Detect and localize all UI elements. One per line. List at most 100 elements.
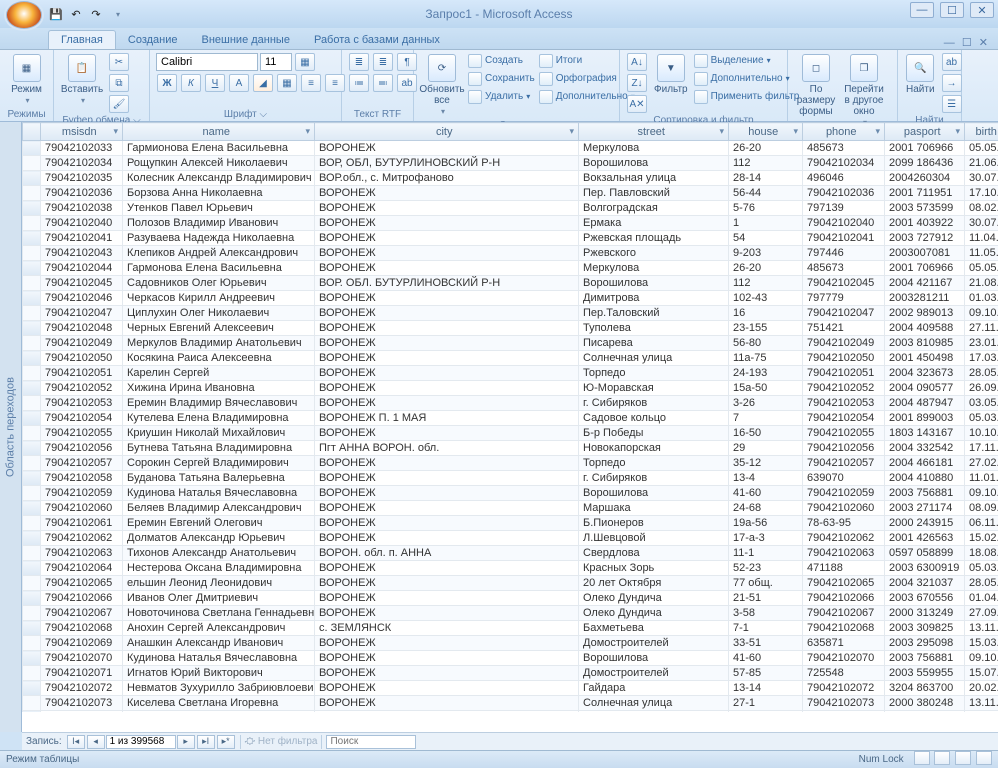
goto-button[interactable]: → — [942, 74, 962, 92]
format-painter-button[interactable]: 🖌 — [109, 95, 129, 113]
cell-house[interactable]: 16 — [729, 306, 803, 321]
cell-street[interactable]: Олеко Дундича — [579, 591, 729, 606]
bold-button[interactable]: Ж — [157, 74, 177, 92]
office-button[interactable] — [6, 1, 42, 29]
align-left-button[interactable]: ≡ — [301, 74, 321, 92]
col-header-msisdn[interactable]: msisdn▾ — [41, 123, 123, 141]
cell-phone[interactable]: 79042102045 — [803, 276, 885, 291]
cell-pasport[interactable]: 2001 711951 — [885, 186, 965, 201]
cell-street[interactable]: Ворошилова — [579, 276, 729, 291]
cell-birth[interactable]: 08.09.8 — [965, 501, 998, 516]
cell-name[interactable]: Меркулов Владимир Анатольевич — [123, 336, 315, 351]
cell-msisdn[interactable]: 79042102055 — [41, 426, 123, 441]
cell-birth[interactable]: 11.05.1 — [965, 246, 998, 261]
cell-pasport[interactable]: 2000 313249 — [885, 606, 965, 621]
font-size-select[interactable] — [260, 53, 292, 71]
cell-phone[interactable]: 79042102047 — [803, 306, 885, 321]
cell-phone[interactable]: 79042102070 — [803, 651, 885, 666]
cell-pasport[interactable]: 2004 421167 — [885, 276, 965, 291]
numbering-button[interactable]: ≕ — [373, 74, 393, 92]
cell-street[interactable]: Меркулова — [579, 261, 729, 276]
cell-house[interactable]: 15а-50 — [729, 381, 803, 396]
cell-birth[interactable]: 09.10.8 — [965, 486, 998, 501]
row-selector[interactable] — [23, 681, 41, 696]
cell-name[interactable]: Игнатов Юрий Викторович — [123, 666, 315, 681]
cell-house[interactable]: 80 — [729, 711, 803, 713]
cell-birth[interactable]: 21.06.7 — [965, 156, 998, 171]
cell-house[interactable]: 21-51 — [729, 591, 803, 606]
cell-name[interactable]: Черных Евгений Алексеевич — [123, 321, 315, 336]
col-header-street[interactable]: street▾ — [579, 123, 729, 141]
cell-birth[interactable]: 09.10.7 — [965, 306, 998, 321]
cell-house[interactable]: 54 — [729, 231, 803, 246]
cell-house[interactable]: 19а-56 — [729, 516, 803, 531]
cell-name[interactable]: Беляев Владимир Александрович — [123, 501, 315, 516]
cell-birth[interactable]: 15.02.8 — [965, 531, 998, 546]
row-selector[interactable] — [23, 351, 41, 366]
row-selector[interactable] — [23, 171, 41, 186]
cell-name[interactable]: Невматов Зухурилло Забриювлоевич — [123, 681, 315, 696]
cell-city[interactable]: ВОРОНЕЖ — [315, 246, 579, 261]
cell-phone[interactable]: 79042102060 — [803, 501, 885, 516]
cell-name[interactable]: Карелин Сергей — [123, 366, 315, 381]
cell-city[interactable]: ВОРОНЕЖ — [315, 516, 579, 531]
cell-city[interactable]: ВОРОНЕЖ — [315, 696, 579, 711]
cell-birth[interactable]: 27.09.7 — [965, 606, 998, 621]
row-selector[interactable] — [23, 216, 41, 231]
cell-house[interactable]: 17-а-3 — [729, 531, 803, 546]
cell-birth[interactable]: 01.04.7 — [965, 591, 998, 606]
cell-city[interactable]: ВОРОНЕЖ — [315, 471, 579, 486]
cell-name[interactable]: Циплухин Олег Николаевич — [123, 306, 315, 321]
row-selector[interactable] — [23, 141, 41, 156]
cell-street[interactable]: Меркулова — [579, 141, 729, 156]
row-selector[interactable] — [23, 186, 41, 201]
cell-house[interactable]: 56-80 — [729, 336, 803, 351]
cell-birth[interactable]: 17.07.7 — [965, 711, 998, 713]
row-selector[interactable] — [23, 501, 41, 516]
cell-city[interactable]: ВОРОНЕЖ — [315, 501, 579, 516]
navigation-pane-collapsed[interactable]: Область переходов — [0, 122, 22, 732]
cell-birth[interactable]: 17.03.6 — [965, 351, 998, 366]
cell-city[interactable]: ВОРОНЕЖ — [315, 381, 579, 396]
cell-phone[interactable]: 79042102059 — [803, 486, 885, 501]
cell-house[interactable]: 16-50 — [729, 426, 803, 441]
table-row[interactable]: 79042102069Анашкин Александр ИвановичВОР… — [23, 636, 998, 651]
cell-phone[interactable]: 725548 — [803, 666, 885, 681]
cell-house[interactable]: 24-193 — [729, 366, 803, 381]
cell-city[interactable]: ГРЕМЯЧЬЕ — [315, 711, 579, 713]
next-record-button[interactable]: ▸ — [177, 735, 195, 749]
cell-phone[interactable]: 639070 — [803, 471, 885, 486]
cell-name[interactable]: Нестерова Оксана Владимировна — [123, 561, 315, 576]
minimize-button[interactable]: — — [910, 2, 934, 18]
cell-phone[interactable]: 79042102034 — [803, 156, 885, 171]
advanced-filter-button[interactable]: Дополнительно — [694, 70, 800, 87]
cell-pasport[interactable]: 2099 186436 — [885, 156, 965, 171]
cell-phone[interactable]: 79042102063 — [803, 546, 885, 561]
last-record-button[interactable]: ▸I — [197, 735, 215, 749]
cell-house[interactable]: 27-1 — [729, 696, 803, 711]
cell-name[interactable]: Борзова Анна Николаевна — [123, 186, 315, 201]
cell-house[interactable]: 112 — [729, 156, 803, 171]
cell-city[interactable]: ВОРОНЕЖ — [315, 426, 579, 441]
cell-street[interactable]: Ворошилова — [579, 651, 729, 666]
row-selector[interactable] — [23, 666, 41, 681]
cell-name[interactable]: Садовников Олег Юрьевич — [123, 276, 315, 291]
cell-phone[interactable]: 79042102052 — [803, 381, 885, 396]
cell-msisdn[interactable]: 79042102065 — [41, 576, 123, 591]
row-selector[interactable] — [23, 276, 41, 291]
cell-pasport[interactable]: 2001 706966 — [885, 141, 965, 156]
row-selector[interactable] — [23, 516, 41, 531]
cell-name[interactable]: Разуваева Надежда Николаевна — [123, 231, 315, 246]
cell-birth[interactable]: 27.02.8 — [965, 456, 998, 471]
cell-pasport[interactable]: 2004 090577 — [885, 381, 965, 396]
row-selector[interactable] — [23, 591, 41, 606]
table-row[interactable]: 79042102041Разуваева Надежда НиколаевнаВ… — [23, 231, 998, 246]
pivot-view-button[interactable] — [976, 751, 992, 765]
cell-pasport[interactable]: 2003 727912 — [885, 231, 965, 246]
row-selector[interactable] — [23, 321, 41, 336]
table-row[interactable]: 79042102055Криушин Николай МихайловичВОР… — [23, 426, 998, 441]
cell-city[interactable]: ВОРОНЕЖ — [315, 576, 579, 591]
cell-phone[interactable]: 485673 — [803, 261, 885, 276]
cell-phone[interactable]: 797446 — [803, 246, 885, 261]
cell-house[interactable]: 56-44 — [729, 186, 803, 201]
